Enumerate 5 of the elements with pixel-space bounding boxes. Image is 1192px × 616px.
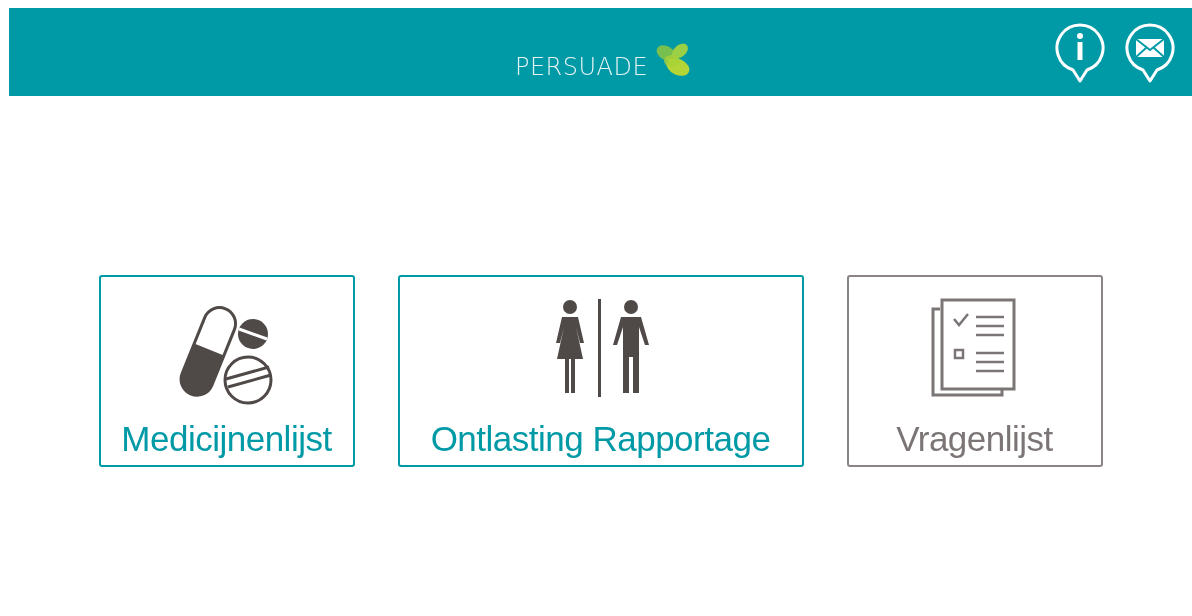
- menu-tile[interactable]: Medicijnenlijst: [98, 275, 355, 467]
- mail-button[interactable]: [1124, 22, 1176, 84]
- brand-name: PERSUADE: [514, 52, 649, 81]
- info-button[interactable]: [1054, 22, 1106, 84]
- menu-tile[interactable]: Ontlasting Rapportage: [397, 275, 804, 467]
